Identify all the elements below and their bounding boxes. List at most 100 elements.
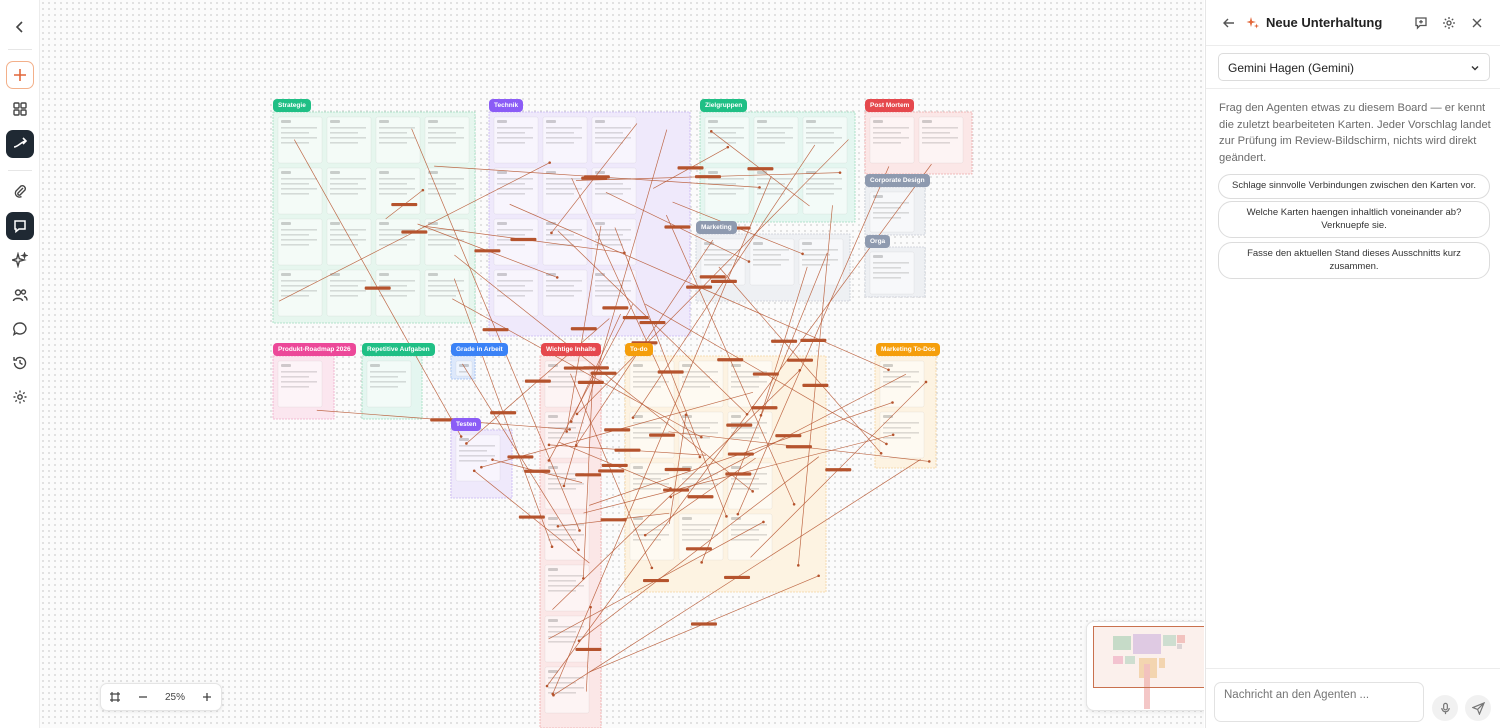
connection-label[interactable]: [364, 286, 391, 290]
group-label[interactable]: Marketing To-Dos: [876, 343, 941, 356]
board-card[interactable]: [678, 513, 724, 561]
connection-label[interactable]: [727, 452, 754, 456]
connection-label[interactable]: [686, 285, 713, 289]
board-card[interactable]: [544, 564, 590, 612]
board-card[interactable]: [326, 116, 372, 164]
board-card[interactable]: [375, 167, 421, 215]
group-label[interactable]: Repetitive Aufgaben: [362, 343, 435, 356]
connection-label[interactable]: [524, 379, 551, 383]
close-icon[interactable]: [1468, 14, 1486, 32]
board-card[interactable]: [424, 218, 470, 266]
connection-label[interactable]: [687, 495, 714, 499]
suggestion-button[interactable]: Welche Karten haengen inhaltlich voneina…: [1218, 201, 1490, 238]
board-card[interactable]: [375, 218, 421, 266]
connection-label[interactable]: [690, 622, 717, 626]
board-card[interactable]: [455, 360, 473, 377]
connection-label[interactable]: [507, 455, 534, 459]
users-icon[interactable]: [6, 281, 34, 309]
board-card[interactable]: [544, 411, 590, 459]
group-label[interactable]: Grade in Arbeit: [451, 343, 508, 356]
minimap-viewport[interactable]: [1093, 626, 1204, 688]
history-icon[interactable]: [6, 349, 34, 377]
new-chat-icon[interactable]: [1412, 14, 1430, 32]
board-card[interactable]: [277, 269, 323, 317]
connection-label[interactable]: [575, 473, 602, 477]
connection-label[interactable]: [570, 327, 597, 331]
connection-label[interactable]: [710, 279, 737, 284]
connection-label[interactable]: [747, 167, 774, 171]
connection-label[interactable]: [663, 488, 690, 492]
board-card[interactable]: [493, 218, 539, 266]
group-label[interactable]: Wichtige Inhalte: [541, 343, 601, 356]
connection-label[interactable]: [575, 647, 602, 652]
connection-label[interactable]: [664, 467, 691, 472]
suggestion-button[interactable]: Schlage sinnvolle Verbindungen zwischen …: [1218, 174, 1490, 199]
connection-label[interactable]: [677, 166, 704, 170]
connection-label[interactable]: [802, 383, 829, 388]
board-card[interactable]: [326, 269, 372, 317]
connection-label[interactable]: [751, 406, 778, 410]
arrow-left-icon[interactable]: [1220, 14, 1238, 32]
board-card[interactable]: [918, 116, 964, 164]
board-card[interactable]: [542, 218, 588, 266]
minimap[interactable]: [1086, 621, 1204, 711]
connection-label[interactable]: [581, 176, 608, 180]
group-label[interactable]: Testen: [451, 418, 482, 431]
board-card[interactable]: [375, 116, 421, 164]
board-card[interactable]: [277, 116, 323, 164]
board-card[interactable]: [591, 167, 637, 215]
board-card[interactable]: [544, 462, 590, 510]
connection-label[interactable]: [482, 328, 509, 332]
board-card[interactable]: [704, 167, 750, 215]
fit-to-screen-icon[interactable]: [101, 684, 129, 710]
connection-label[interactable]: [786, 358, 813, 362]
message-input[interactable]: [1214, 682, 1424, 722]
connection-label[interactable]: [699, 275, 726, 279]
connection-label[interactable]: [604, 428, 631, 432]
connection-label[interactable]: [601, 463, 628, 468]
connection-label[interactable]: [614, 448, 641, 452]
connection-label[interactable]: [474, 249, 501, 253]
board-canvas[interactable]: Strategie Technik Zielgruppen Post Mortem Co…: [40, 0, 1204, 728]
sparkle-icon[interactable]: [6, 246, 34, 274]
connection-label[interactable]: [649, 433, 676, 437]
board-card[interactable]: [277, 218, 323, 266]
group-label[interactable]: Zielgruppen: [700, 99, 748, 112]
board-card[interactable]: [544, 666, 590, 714]
board-card[interactable]: [678, 360, 724, 408]
chat-bubble-icon[interactable]: [6, 315, 34, 343]
board-card[interactable]: [879, 411, 925, 459]
connection-label[interactable]: [752, 372, 779, 376]
zoom-out-button[interactable]: [129, 684, 157, 710]
connection-label[interactable]: [724, 575, 751, 580]
connection-label[interactable]: [800, 338, 827, 343]
connection-label[interactable]: [726, 423, 753, 427]
group-label[interactable]: Strategie: [273, 99, 311, 112]
board-card[interactable]: [424, 116, 470, 164]
board-card[interactable]: [366, 360, 412, 408]
board-card[interactable]: [629, 513, 675, 561]
model-select[interactable]: Gemini Hagen (Gemini): [1218, 53, 1490, 81]
connection-label[interactable]: [685, 547, 712, 551]
board-card[interactable]: [591, 116, 637, 164]
connection-label[interactable]: [725, 472, 752, 476]
board-card[interactable]: [629, 360, 675, 408]
group-label[interactable]: Produkt-Roadmap 2026: [273, 343, 356, 356]
board-card[interactable]: [424, 269, 470, 317]
microphone-icon[interactable]: [1432, 695, 1458, 721]
board-card[interactable]: [277, 167, 323, 215]
board-card[interactable]: [544, 513, 590, 561]
group-label[interactable]: Technik: [489, 99, 524, 112]
plus-icon[interactable]: [6, 61, 34, 89]
board-card[interactable]: [326, 167, 372, 215]
connection-label[interactable]: [600, 518, 627, 522]
connection-label[interactable]: [582, 366, 609, 370]
board-card[interactable]: [277, 360, 323, 408]
send-icon[interactable]: [1465, 695, 1491, 721]
connection-label[interactable]: [391, 202, 418, 207]
connection-label[interactable]: [825, 468, 852, 472]
board-card[interactable]: [493, 116, 539, 164]
connection-label[interactable]: [664, 225, 691, 229]
chevron-left-icon[interactable]: [6, 13, 34, 41]
grid-icon[interactable]: [6, 95, 34, 123]
